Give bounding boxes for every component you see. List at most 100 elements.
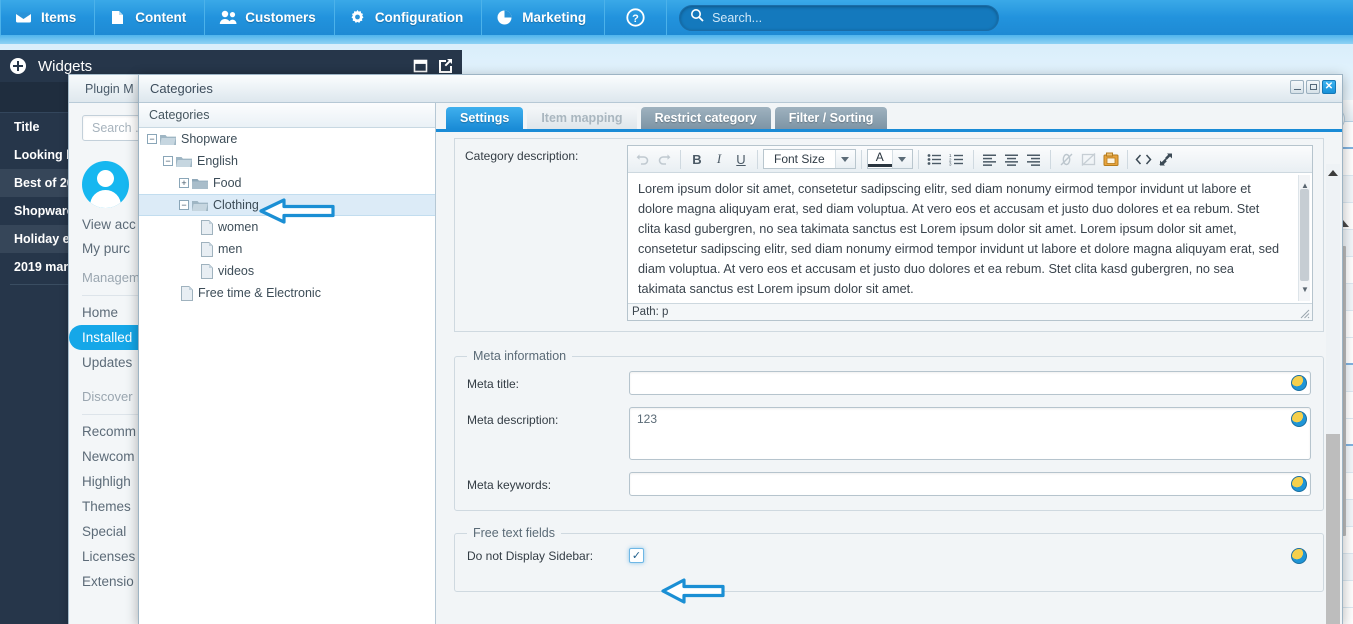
maximize-button[interactable] bbox=[1306, 80, 1320, 94]
tab-item-mapping[interactable]: Item mapping bbox=[527, 107, 637, 129]
nav-item-label: Customers bbox=[245, 10, 316, 25]
meta-keywords-row: Meta keywords: bbox=[467, 472, 1311, 496]
divider bbox=[757, 149, 758, 169]
bold-button[interactable]: B bbox=[686, 149, 708, 170]
settings-panel-scrollbar-thumb[interactable] bbox=[1326, 434, 1340, 624]
category-description-row: Category description: B I U Font Size A … bbox=[465, 145, 1313, 321]
numbered-list-icon[interactable]: 123 bbox=[946, 149, 968, 170]
tree-toggle-minus-icon[interactable]: − bbox=[147, 134, 157, 144]
settings-panel-scrollbar[interactable] bbox=[1326, 164, 1340, 624]
chevron-down-icon[interactable] bbox=[834, 150, 855, 168]
translation-globe-icon[interactable] bbox=[1291, 476, 1307, 492]
meta-description-row: Meta description: 123 bbox=[467, 407, 1311, 460]
tree-toggle-plus-icon[interactable]: + bbox=[179, 178, 189, 188]
nav-item-marketing[interactable]: Marketing bbox=[482, 0, 606, 35]
tab-restrict-category[interactable]: Restrict category bbox=[640, 107, 771, 129]
editor-scrollbar-thumb[interactable] bbox=[1300, 189, 1309, 281]
top-navigation-bar: Items Content Customers Configuration Ma… bbox=[0, 0, 1353, 35]
align-right-icon[interactable] bbox=[1023, 149, 1045, 170]
avatar-head-shape bbox=[97, 170, 114, 187]
widgets-title-label: Widgets bbox=[38, 57, 93, 75]
tree-node-women[interactable]: women bbox=[139, 216, 435, 238]
translation-globe-icon[interactable] bbox=[1291, 411, 1307, 427]
nav-item-configuration[interactable]: Configuration bbox=[335, 0, 483, 35]
nav-item-content[interactable]: Content bbox=[95, 0, 206, 35]
divider bbox=[860, 149, 862, 169]
nav-item-label: Content bbox=[135, 10, 187, 25]
tree-header: Categories bbox=[139, 103, 435, 128]
editor-toolbar: B I U Font Size A 1 2 3 bbox=[628, 146, 1312, 173]
meta-description-textarea[interactable]: 123 bbox=[629, 407, 1311, 460]
do-not-display-sidebar-label: Do not Display Sidebar: bbox=[467, 548, 594, 563]
meta-title-label: Meta title: bbox=[467, 377, 520, 391]
media-manager-icon[interactable] bbox=[1100, 149, 1122, 170]
tree-toggle-minus-icon[interactable]: − bbox=[179, 200, 189, 210]
nav-item-customers[interactable]: Customers bbox=[205, 0, 335, 35]
translation-globe-icon[interactable] bbox=[1291, 375, 1307, 391]
resize-grip-icon[interactable] bbox=[1300, 309, 1310, 319]
do-not-display-sidebar-checkbox[interactable]: ✓ bbox=[629, 548, 644, 563]
tree-toggle-minus-icon[interactable]: − bbox=[163, 156, 173, 166]
window-controls: ✕ bbox=[1290, 80, 1336, 94]
fullscreen-icon[interactable] bbox=[1155, 149, 1177, 170]
divider bbox=[680, 149, 681, 169]
font-size-select[interactable]: Font Size bbox=[763, 149, 856, 169]
tree-node-videos[interactable]: videos bbox=[139, 260, 435, 282]
meta-keywords-input[interactable] bbox=[629, 472, 1311, 496]
categories-window-title: Categories bbox=[150, 81, 213, 96]
align-left-icon[interactable] bbox=[979, 149, 1001, 170]
align-center-icon[interactable] bbox=[1001, 149, 1023, 170]
folder-open-icon bbox=[192, 199, 208, 212]
file-icon bbox=[201, 263, 213, 279]
folder-open-icon bbox=[176, 155, 192, 168]
underline-button[interactable]: U bbox=[730, 149, 752, 170]
tab-settings[interactable]: Settings bbox=[446, 107, 524, 129]
font-size-label: Font Size bbox=[774, 152, 825, 166]
divider bbox=[1126, 149, 1128, 169]
topnav-underbar bbox=[0, 35, 1353, 44]
scroll-down-arrow-icon[interactable]: ▼ bbox=[1301, 280, 1309, 300]
translation-globe-icon[interactable] bbox=[1291, 548, 1307, 564]
editor-content[interactable]: Lorem ipsum dolor sit amet, consetetur s… bbox=[628, 173, 1312, 303]
divider bbox=[917, 149, 919, 169]
redo-icon[interactable] bbox=[653, 149, 675, 170]
text-color-label: A bbox=[867, 151, 892, 167]
italic-button[interactable]: I bbox=[708, 149, 730, 170]
avatar[interactable] bbox=[82, 161, 129, 208]
search-icon bbox=[690, 8, 704, 27]
undo-icon[interactable] bbox=[631, 149, 653, 170]
remove-image-icon[interactable] bbox=[1078, 149, 1100, 170]
text-color-button[interactable]: A bbox=[866, 149, 913, 169]
chevron-down-icon[interactable] bbox=[891, 150, 912, 168]
plus-circle-icon[interactable] bbox=[9, 57, 27, 75]
editor-scrollbar[interactable]: ▲ ▼ bbox=[1298, 175, 1310, 301]
tree-node-english[interactable]: − English bbox=[139, 150, 435, 172]
scroll-up-arrow-icon[interactable] bbox=[1328, 170, 1338, 176]
help-icon[interactable]: ? bbox=[605, 0, 668, 35]
search-placeholder: Search... bbox=[712, 10, 763, 25]
tree-node-free-time-electronic[interactable]: Free time & Electronic bbox=[139, 282, 435, 304]
close-button[interactable]: ✕ bbox=[1322, 80, 1336, 94]
editor-statusbar: Path: p bbox=[628, 303, 1312, 320]
file-icon bbox=[201, 241, 213, 257]
avatar-body-shape bbox=[90, 190, 121, 208]
category-description-block: Category description: B I U Font Size A … bbox=[454, 138, 1324, 332]
meta-title-input[interactable] bbox=[629, 371, 1311, 395]
meta-information-fieldset: Meta information Meta title: Meta descri… bbox=[454, 349, 1324, 511]
tree-node-shopware[interactable]: − Shopware bbox=[139, 128, 435, 150]
tree-node-food[interactable]: + Food bbox=[139, 172, 435, 194]
tree-node-men[interactable]: men bbox=[139, 238, 435, 260]
search-input[interactable]: Search... bbox=[679, 4, 1000, 31]
tree-node-label: men bbox=[218, 242, 243, 256]
nav-item-items[interactable]: Items bbox=[0, 0, 96, 35]
rich-text-editor[interactable]: B I U Font Size A 1 2 3 Lorem ipsum dolo… bbox=[627, 145, 1313, 321]
source-code-icon[interactable] bbox=[1133, 149, 1155, 170]
global-search[interactable]: Search... bbox=[679, 4, 1000, 31]
minimize-button[interactable] bbox=[1290, 80, 1304, 94]
nav-item-label: Items bbox=[41, 10, 77, 25]
tab-filter-sorting[interactable]: Filter / Sorting bbox=[774, 107, 888, 129]
tree-node-label: Free time & Electronic bbox=[198, 286, 321, 300]
bullet-list-icon[interactable] bbox=[924, 149, 946, 170]
tree-node-clothing[interactable]: − Clothing bbox=[139, 194, 435, 216]
unlink-icon[interactable] bbox=[1056, 149, 1078, 170]
